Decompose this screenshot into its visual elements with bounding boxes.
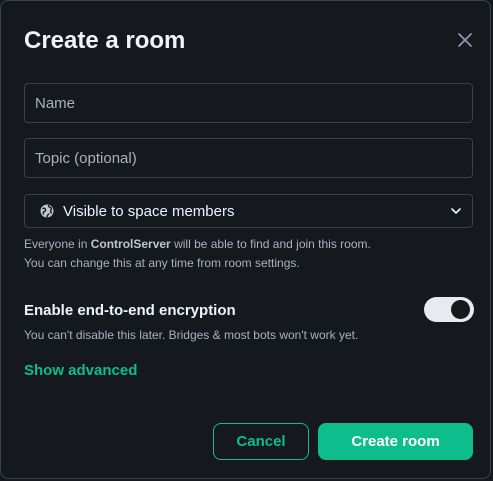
encryption-help-text: You can't disable this later. Bridges & … [24,328,359,342]
chevron-down-icon [450,205,462,217]
toggle-knob [451,300,470,319]
visibility-help-text: Everyone in ControlServer will be able t… [24,235,374,273]
create-room-button[interactable]: Create room [318,423,473,460]
help-prefix: Everyone in [24,237,91,251]
space-name: ControlServer [90,237,171,251]
visibility-dropdown[interactable]: Visible to space members [24,194,473,228]
create-room-dialog: Create a room Visible to space members E… [0,0,491,479]
show-advanced-link[interactable]: Show advanced [24,362,137,379]
globe-icon [39,203,55,219]
name-field [24,83,473,123]
close-button[interactable] [453,30,477,54]
visibility-selected: Visible to space members [63,202,235,220]
cancel-button[interactable]: Cancel [213,423,309,460]
encryption-toggle[interactable] [424,297,474,322]
topic-field [24,138,473,178]
dialog-title: Create a room [24,27,186,54]
close-icon [457,32,473,53]
topic-input[interactable] [25,139,472,177]
encryption-label: Enable end-to-end encryption [24,302,236,319]
name-input[interactable] [25,84,472,122]
